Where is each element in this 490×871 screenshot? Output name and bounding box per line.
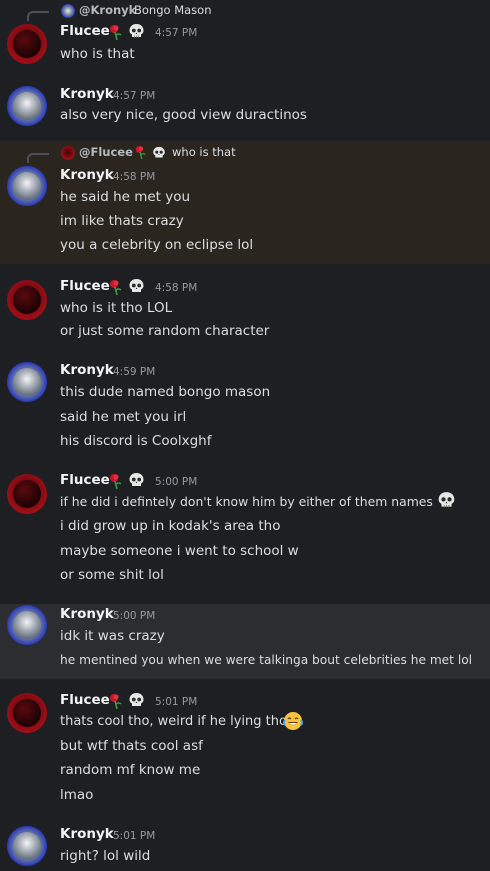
timestamp[interactable]: 4:59 PM [113, 366, 155, 378]
reply-avatar [61, 146, 75, 160]
kronyk-avatar[interactable] [7, 826, 47, 866]
flucee-avatar[interactable] [7, 280, 47, 320]
timestamp[interactable]: 5:01 PM [113, 830, 155, 842]
skull-emoji [128, 278, 145, 299]
message-text: his discord is Coolxghf [60, 433, 212, 449]
message-text: thats cool tho, weird if he lying tho [60, 714, 287, 729]
timestamp[interactable]: 5:01 PM [155, 696, 197, 708]
author-name[interactable]: Flucee [60, 472, 110, 488]
message-text: im like thats crazy [60, 213, 184, 229]
kronyk-avatar[interactable] [7, 166, 47, 206]
author-name[interactable]: Flucee [60, 278, 110, 294]
message-text: lmao [60, 787, 94, 803]
rose-emoji [108, 693, 123, 714]
reply-author[interactable]: @Kronyk [79, 3, 136, 17]
reply-author[interactable]: @Flucee [79, 145, 133, 159]
timestamp[interactable]: 4:57 PM [155, 27, 197, 39]
timestamp[interactable]: 5:00 PM [113, 610, 155, 622]
timestamp[interactable]: 4:58 PM [155, 282, 197, 294]
reply-preview-text[interactable]: Bongo Mason [134, 3, 212, 17]
message-text: right? lol wild [60, 848, 151, 864]
reply-connector [27, 11, 49, 21]
author-name[interactable]: Kronyk [60, 167, 114, 183]
message-text: said he met you irl [60, 409, 187, 425]
message-text: also very nice, good view duractinos [60, 107, 307, 123]
kronyk-avatar[interactable] [7, 86, 47, 126]
reply-avatar [61, 4, 75, 18]
message-text: who is that [60, 46, 135, 62]
kronyk-avatar[interactable] [7, 362, 47, 402]
flucee-avatar[interactable] [7, 693, 47, 733]
author-name[interactable]: Kronyk [60, 362, 114, 378]
skull-emoji [437, 491, 456, 514]
message-text: or some shit lol [60, 567, 164, 583]
flucee-avatar[interactable] [7, 24, 47, 64]
chat-message-list: @Kronyk Bongo Mason Flucee 4:57 PM who i… [0, 0, 490, 871]
message-text: you a celebrity on eclipse lol [60, 237, 254, 253]
reply-preview-text[interactable]: who is that [172, 145, 236, 159]
message-text: but wtf thats cool asf [60, 738, 203, 754]
message-text: he mentined you when we were talkinga bo… [60, 653, 473, 667]
message-text: random mf know me [60, 762, 201, 778]
message-text: who is it tho LOL [60, 300, 173, 316]
timestamp[interactable]: 4:57 PM [113, 90, 155, 102]
reply-connector [27, 153, 49, 163]
rose-emoji [134, 145, 147, 164]
skull-emoji [128, 692, 145, 713]
message-text: this dude named bongo mason [60, 384, 271, 400]
author-name[interactable]: Kronyk [60, 86, 114, 102]
rose-emoji [108, 473, 123, 494]
flucee-avatar[interactable] [7, 474, 47, 514]
skull-emoji [152, 145, 166, 164]
author-name[interactable]: Kronyk [60, 606, 114, 622]
message-text: idk it was crazy [60, 628, 165, 644]
skull-emoji [128, 23, 145, 44]
kronyk-avatar[interactable] [7, 605, 47, 645]
message-text: or just some random character [60, 323, 270, 339]
joy-emoji [283, 711, 303, 735]
message-text: he said he met you [60, 189, 191, 205]
timestamp[interactable]: 4:58 PM [113, 171, 155, 183]
message-text: if he did i defintely don't know him by … [60, 494, 433, 509]
skull-emoji [128, 472, 145, 493]
message-text: i did grow up in kodak's area tho [60, 518, 281, 534]
rose-emoji [108, 279, 123, 300]
rose-emoji [108, 24, 123, 45]
author-name[interactable]: Flucee [60, 692, 110, 708]
message-text: maybe someone i went to school w [60, 543, 299, 559]
author-name[interactable]: Kronyk [60, 826, 114, 842]
timestamp[interactable]: 5:00 PM [155, 476, 197, 488]
author-name[interactable]: Flucee [60, 23, 110, 39]
